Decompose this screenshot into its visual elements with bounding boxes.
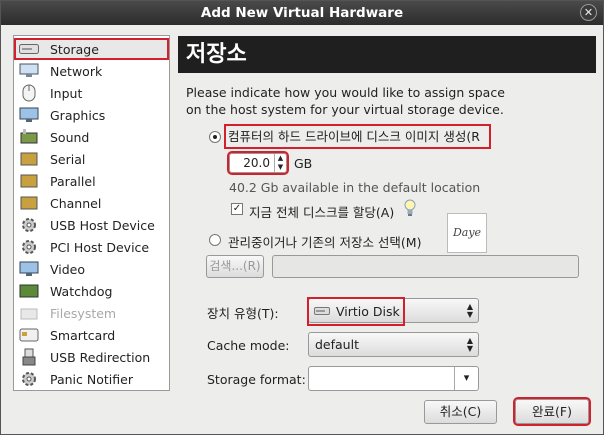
sidebar-item-network[interactable]: Network xyxy=(14,60,169,82)
gear-icon xyxy=(18,238,40,256)
create-disk-radio[interactable] xyxy=(209,131,221,143)
sidebar-item-label: Video xyxy=(50,261,86,277)
device-type-label: 장치 유형(T): xyxy=(207,306,279,321)
sidebar-item-video[interactable]: Video xyxy=(14,258,169,280)
disk-icon xyxy=(314,304,330,319)
description: Please indicate how you would like to as… xyxy=(186,84,596,118)
chevron-down-icon[interactable]: ▾ xyxy=(454,367,478,390)
sidebar-item-label: Graphics xyxy=(50,107,106,123)
hardware-type-list: Storage Network Input Graphics Sound Serial Pa… xyxy=(13,35,170,391)
gear-icon xyxy=(18,216,40,234)
sidebar-item-input[interactable]: Input xyxy=(14,82,169,104)
sidebar-item-panic-notifier[interactable]: Panic Notifier xyxy=(14,368,169,390)
gear-icon xyxy=(18,370,40,388)
updown-icon: ▲ ▼ xyxy=(466,302,473,319)
cancel-button[interactable]: 취소(C) xyxy=(424,400,497,424)
allocate-checkbox[interactable]: ✓ xyxy=(231,203,243,215)
sidebar-item-filesystem[interactable]: Filesystem xyxy=(14,302,169,324)
monitor-icon xyxy=(18,260,40,278)
parallel-icon xyxy=(18,172,40,190)
sidebar-item-label: Serial xyxy=(50,151,86,167)
cache-mode-label: Cache mode: xyxy=(207,338,290,353)
sidebar-item-label: Parallel xyxy=(50,173,96,189)
sidebar-item-label: USB Redirection xyxy=(50,349,151,365)
sidebar-item-pci-host-device[interactable]: PCI Host Device xyxy=(14,236,169,258)
sidebar-item-label: PCI Host Device xyxy=(50,239,150,255)
allocate-label[interactable]: 지금 전체 디스크를 할당(A) xyxy=(249,202,394,221)
sidebar-item-parallel[interactable]: Parallel xyxy=(14,170,169,192)
page-title: 저장소 xyxy=(178,36,596,73)
size-value[interactable]: 20.0 xyxy=(230,156,274,170)
monitor-icon xyxy=(18,106,40,124)
sidebar-item-label: Filesystem xyxy=(50,305,117,321)
description-line-2: on the host system for your virtual stor… xyxy=(186,102,504,117)
cache-mode-value[interactable]: default xyxy=(315,337,359,352)
spin-down-icon[interactable]: ▼ xyxy=(275,163,286,172)
sidebar-item-serial[interactable]: Serial xyxy=(14,148,169,170)
watchdog-icon xyxy=(18,282,40,300)
browse-path-field[interactable] xyxy=(272,255,579,278)
sidebar-item-smartcard[interactable]: Smartcard xyxy=(14,324,169,346)
size-spinner[interactable]: 20.0 ▲ ▼ xyxy=(227,151,289,175)
sidebar-item-label: Input xyxy=(50,85,83,101)
sidebar-item-graphics[interactable]: Graphics xyxy=(14,104,169,126)
spinner-arrows[interactable]: ▲ ▼ xyxy=(274,154,286,172)
sidebar-item-label: Watchdog xyxy=(50,283,113,299)
watermark-text: Daye xyxy=(452,226,482,239)
dialog-window: Add New Virtual Hardware ✕ Storage Networ… xyxy=(0,0,604,435)
window-title: Add New Virtual Hardware xyxy=(200,5,404,21)
existing-storage-radio[interactable] xyxy=(209,234,221,246)
description-line-1: Please indicate how you would like to as… xyxy=(186,85,505,100)
sidebar-item-label: Smartcard xyxy=(50,327,116,343)
sound-icon xyxy=(18,128,40,146)
device-type-select[interactable]: Virtio Disk ▲ ▼ xyxy=(307,297,479,326)
cache-mode-select[interactable]: default ▲ ▼ xyxy=(308,332,479,357)
sidebar-item-channel[interactable]: Channel xyxy=(14,192,169,214)
usb-icon xyxy=(18,348,40,366)
sidebar-item-sound[interactable]: Sound xyxy=(14,126,169,148)
network-icon xyxy=(18,62,40,80)
sidebar-item-label: Panic Notifier xyxy=(50,371,133,387)
storage-format-label: Storage format: xyxy=(207,372,306,387)
title-bar: Add New Virtual Hardware ✕ xyxy=(1,1,603,25)
sidebar-item-watchdog[interactable]: Watchdog xyxy=(14,280,169,302)
disk-icon xyxy=(18,40,40,58)
sidebar-item-label: Storage xyxy=(50,41,99,57)
mouse-icon xyxy=(18,84,40,102)
sidebar-item-label: Sound xyxy=(50,129,90,145)
spin-up-icon[interactable]: ▲ xyxy=(275,154,286,163)
device-type-highlight[interactable]: Virtio Disk xyxy=(307,297,405,326)
sidebar-item-storage[interactable]: Storage xyxy=(14,38,169,60)
finish-button[interactable]: 완료(F) xyxy=(513,397,591,426)
close-icon[interactable]: ✕ xyxy=(580,4,597,21)
device-type-value[interactable]: Virtio Disk xyxy=(336,304,400,319)
available-space-text: 40.2 Gb available in the default locatio… xyxy=(229,180,481,195)
sidebar-item-usb-host-device[interactable]: USB Host Device xyxy=(14,214,169,236)
size-unit: GB xyxy=(294,156,313,171)
create-disk-label[interactable]: 컴퓨터의 하드 드라이브에 디스크 이미지 생성(R xyxy=(224,124,491,149)
lightbulb-icon xyxy=(403,199,417,217)
folder-icon xyxy=(18,304,40,322)
serial-icon xyxy=(18,150,40,168)
smartcard-icon xyxy=(18,326,40,344)
channel-icon xyxy=(18,194,40,212)
existing-storage-label[interactable]: 관리중이거나 기존의 저장소 선택(M) xyxy=(228,232,421,251)
sidebar-item-usb-redirection[interactable]: USB Redirection xyxy=(14,346,169,368)
browse-button[interactable]: 검색...(R) xyxy=(206,255,264,278)
sidebar-item-label: USB Host Device xyxy=(50,217,155,233)
sidebar-item-label: Channel xyxy=(50,195,102,211)
sidebar-item-label: Network xyxy=(50,63,103,79)
watermark-logo: Daye xyxy=(447,213,487,253)
storage-format-combo[interactable]: ▾ xyxy=(308,366,479,391)
updown-icon: ▲ ▼ xyxy=(466,336,473,353)
